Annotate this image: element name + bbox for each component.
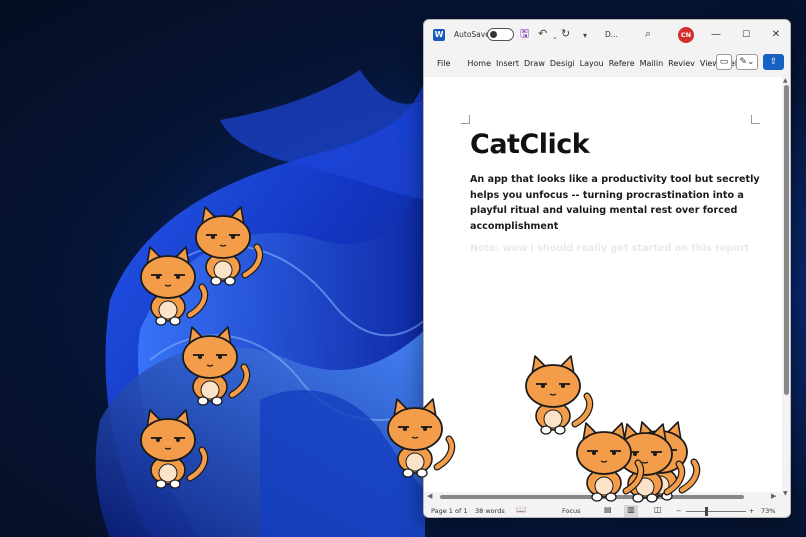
cat-icon[interactable] (196, 207, 260, 285)
cat-icon[interactable] (388, 399, 452, 477)
cat-overlay (0, 0, 806, 537)
cat-icon[interactable] (526, 356, 590, 434)
cat-icon[interactable] (183, 327, 247, 405)
cat-icon[interactable] (141, 247, 205, 325)
cat-icon[interactable] (141, 410, 205, 488)
